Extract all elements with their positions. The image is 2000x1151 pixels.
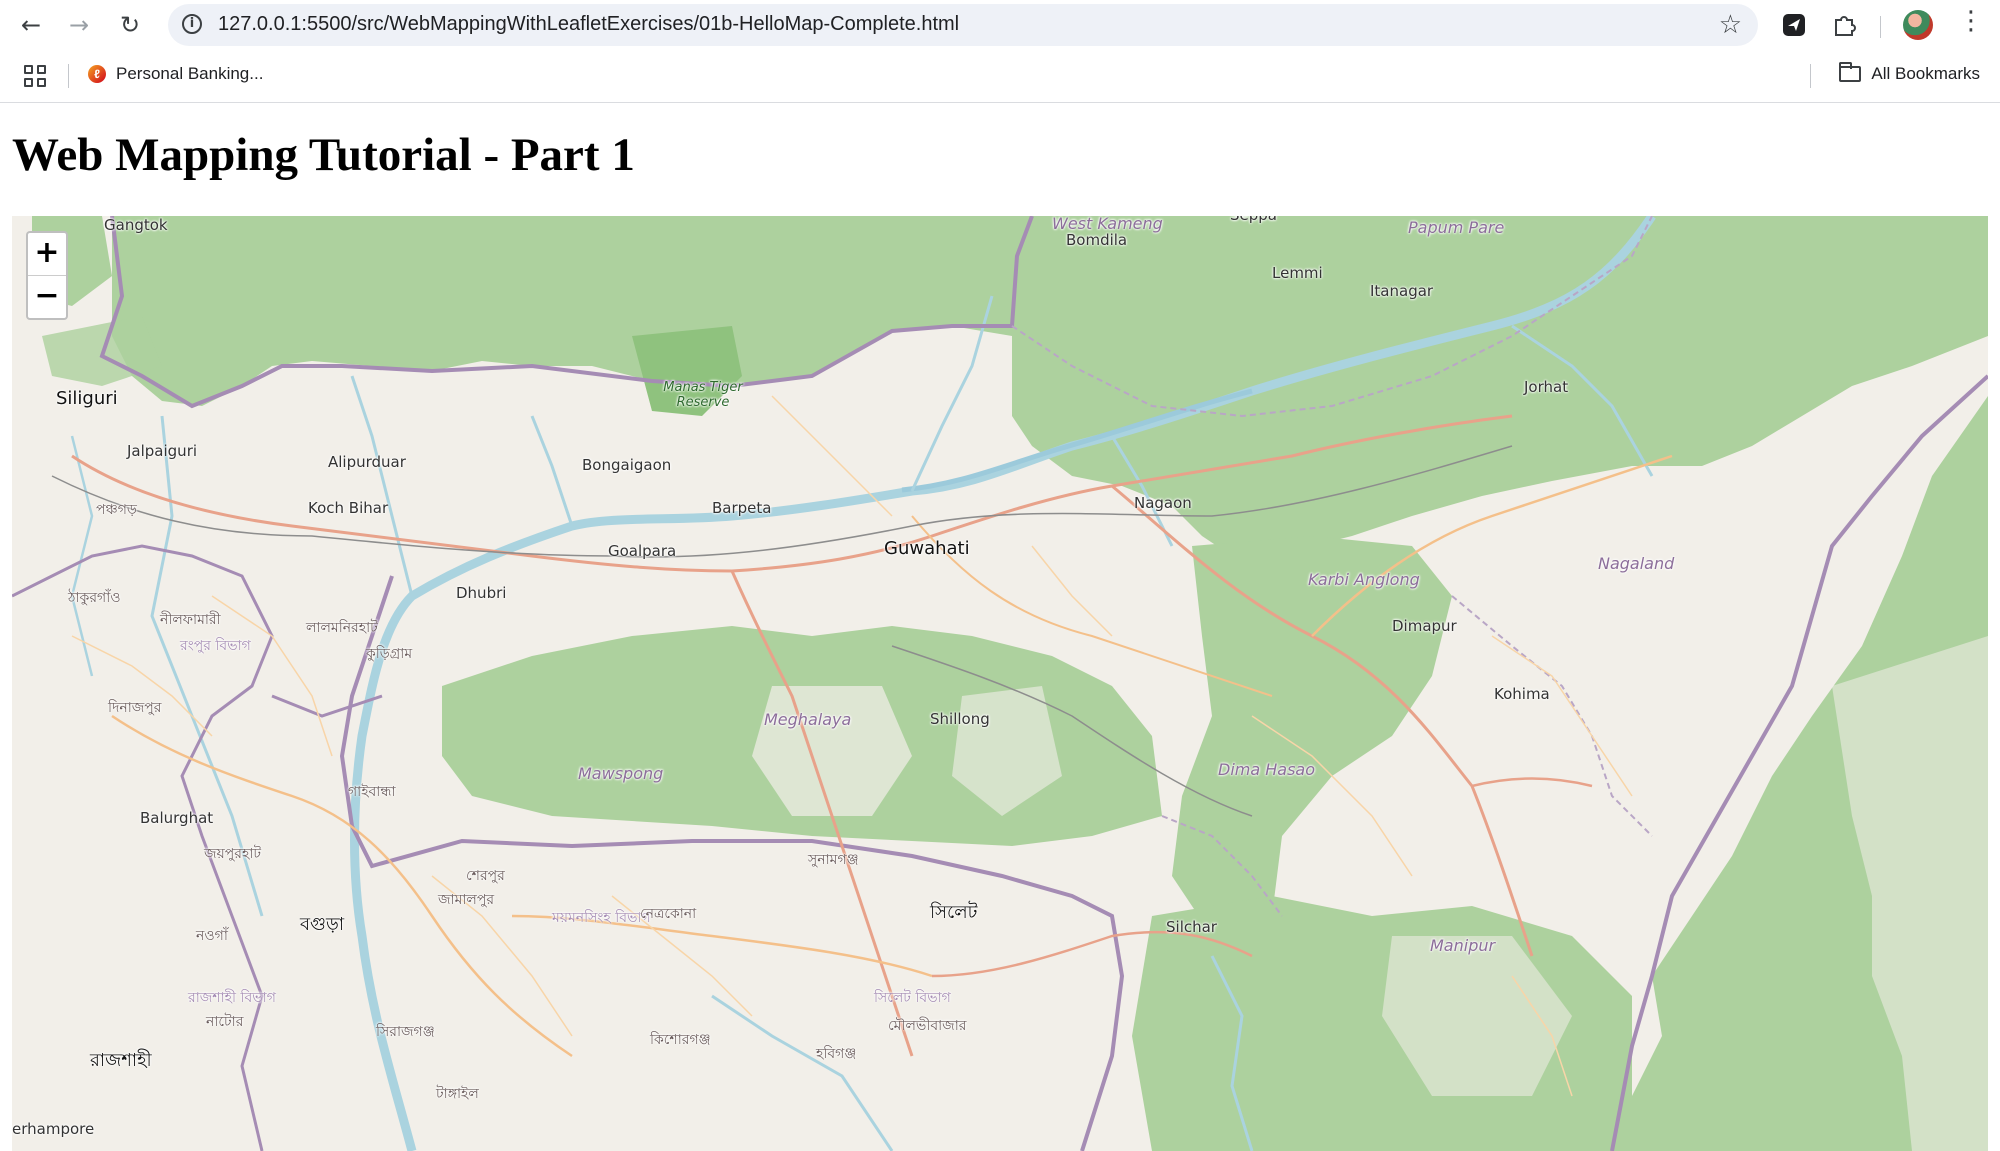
zoom-control: + − [26, 231, 68, 320]
map-label: ঠাকুরগাঁও [68, 590, 121, 606]
map-label: Manas Tiger Reserve [663, 380, 743, 410]
map-label: নওগাঁ [196, 928, 228, 944]
map-label: Seppa [1230, 216, 1277, 224]
map-label: ময়মনসিংহ বিভাগ [552, 910, 651, 926]
map-label: রংপুর বিভাগ [180, 638, 251, 654]
map-label: Bomdila [1066, 231, 1128, 249]
bookmarks-divider [1810, 64, 1811, 88]
map-label: Itanagar [1370, 282, 1434, 300]
reload-icon[interactable]: ↻ [113, 8, 147, 42]
map-label: Barpeta [712, 499, 772, 517]
map-label: Meghalaya [764, 710, 852, 729]
address-bar[interactable]: i 127.0.0.1:5500/src/WebMappingWithLeafl… [168, 4, 1758, 46]
folder-icon [1839, 62, 1862, 82]
map-label: Jalpaiguri [127, 442, 198, 460]
map-label: Guwahati [884, 538, 970, 559]
map-label: কিশোরগঞ্জ [650, 1032, 711, 1048]
map-label: Goalpara [608, 542, 677, 560]
map-label: Dimapur [1392, 617, 1457, 635]
browser-menu-icon[interactable]: ⋮ [1958, 6, 1984, 36]
apps-grid-icon[interactable] [24, 65, 46, 87]
all-bookmarks-label: All Bookmarks [1871, 64, 1980, 83]
map-label: নাটোর [206, 1014, 244, 1030]
map-tiles[interactable] [12, 216, 1988, 1151]
map-label: Nagaland [1598, 554, 1675, 573]
map-label: Papum Pare [1408, 218, 1505, 237]
leaflet-map[interactable]: + − Gangtok Siliguri Jalpaiguri Alipurdu… [12, 216, 1988, 1151]
map-label: বগুড়া [300, 914, 345, 935]
map-label: নেত্রকোনা [640, 906, 697, 922]
map-label: সিরাজগঞ্জ [376, 1024, 435, 1040]
map-label: Koch Bihar [308, 499, 389, 517]
map-label: Gangtok [104, 216, 168, 234]
map-label: রাজশাহী [90, 1050, 152, 1071]
forward-arrow-icon[interactable]: → [62, 8, 96, 42]
toolbar-divider [1880, 16, 1881, 38]
map-label: হবিগঞ্জ [816, 1046, 857, 1062]
browser-toolbar: ← → ↻ i 127.0.0.1:5500/src/WebMappingWit… [0, 0, 2000, 48]
map-label: সিলেট [930, 902, 978, 923]
map-label: শেরপুর [466, 868, 505, 884]
map-label: গাইবান্ধা [348, 784, 396, 800]
map-label: নীলফামারী [160, 612, 221, 628]
site-info-icon[interactable]: i [182, 14, 202, 34]
map-label: Karbi Anglong [1308, 570, 1420, 589]
send-extension-icon[interactable] [1778, 9, 1810, 41]
map-label: জামালপুর [438, 892, 495, 908]
map-label: লালমনিরহাট [306, 620, 378, 636]
zoom-in-button[interactable]: + [28, 233, 66, 276]
url-text[interactable]: 127.0.0.1:5500/src/WebMappingWithLeaflet… [218, 13, 959, 36]
map-label: Alipurduar [328, 453, 406, 471]
map-label: পঞ্চগড় [96, 502, 137, 518]
extensions-puzzle-icon[interactable] [1828, 9, 1860, 41]
all-bookmarks-button[interactable]: All Bookmarks [1839, 62, 1980, 84]
map-label: কুড়িগ্রাম [366, 646, 413, 662]
bookmark-label: Personal Banking... [116, 64, 264, 83]
map-label: Dima Hasao [1218, 760, 1316, 779]
map-label: Silchar [1166, 918, 1217, 936]
map-label: Siliguri [56, 388, 118, 409]
bookmark-star-icon[interactable]: ☆ [1719, 10, 1742, 40]
map-label: Nagaon [1134, 494, 1192, 512]
page-title: Web Mapping Tutorial - Part 1 [12, 129, 635, 181]
map-label: Bongaigaon [582, 456, 672, 474]
bank-favicon-icon: ℓ [88, 65, 106, 83]
map-label: রাজশাহী বিভাগ [188, 990, 276, 1006]
map-label: Jorhat [1524, 378, 1569, 396]
map-label: Kohima [1494, 685, 1550, 703]
map-label: মৌলভীবাজার [888, 1018, 967, 1034]
map-label: Lemmi [1272, 264, 1323, 282]
map-label: Manipur [1430, 936, 1496, 955]
map-label: সিলেট বিভাগ [874, 990, 951, 1006]
map-label: টাঙ্গাইল [436, 1086, 479, 1102]
bookmark-personal-banking[interactable]: ℓ Personal Banking... [88, 64, 263, 84]
map-label: Balurghat [140, 809, 214, 827]
back-arrow-icon[interactable]: ← [14, 8, 48, 42]
profile-avatar[interactable] [1903, 10, 1933, 40]
map-label: দিনাজপুর [108, 700, 162, 716]
bookmarks-bar: ℓ Personal Banking... All Bookmarks [0, 50, 2000, 103]
bookmarks-divider [68, 64, 69, 88]
map-label: সুনামগঞ্জ [808, 852, 859, 868]
map-label: Dhubri [456, 584, 507, 602]
zoom-out-button[interactable]: − [28, 276, 66, 318]
map-label: Mawspong [578, 764, 664, 783]
map-label: Shillong [930, 710, 990, 728]
map-label: erhampore [12, 1120, 95, 1138]
map-label: জয়পুরহাট [204, 846, 262, 862]
